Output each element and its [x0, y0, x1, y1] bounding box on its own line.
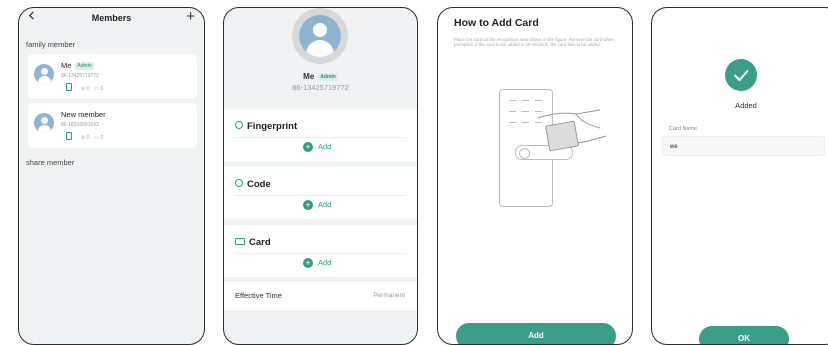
family-member-label: family member — [26, 40, 76, 49]
admin-badge: Admin — [75, 62, 94, 70]
plus-icon[interactable]: + — [186, 9, 195, 24]
member-card-new[interactable]: New member 86-18316591593 ⊚ 0 ▭ 0 — [28, 103, 197, 148]
add-card-button[interactable]: + Add — [303, 258, 331, 268]
member-name: New member — [61, 110, 106, 119]
card-icon — [235, 238, 245, 245]
phone-icon — [66, 132, 72, 140]
member-name: Me Admin — [303, 72, 338, 81]
member-phone: 86-18316591593 — [61, 122, 99, 128]
card-icon: ▭ — [94, 135, 101, 141]
share-member-label: share member — [26, 158, 75, 167]
fingerprint-section: Fingerprint + Add — [224, 109, 417, 161]
avatar — [34, 113, 54, 133]
add-button[interactable]: Add — [456, 323, 616, 344]
plus-icon: + — [303, 258, 313, 268]
card-section: Card + Add — [224, 225, 417, 277]
page-title: How to Add Card — [454, 17, 539, 29]
member-credential-icons: ⊚ 0 ▭ 0 — [66, 132, 108, 141]
add-fingerprint-button[interactable]: + Add — [303, 142, 331, 152]
avatar — [292, 8, 348, 64]
card-title: Card — [235, 237, 271, 248]
code-icon — [235, 179, 243, 187]
plus-icon: + — [303, 142, 313, 152]
page-title: Members — [91, 13, 132, 23]
card-added-screen: Added Card Name we OK — [651, 7, 828, 345]
members-header: Members + — [19, 8, 204, 30]
avatar — [34, 64, 54, 84]
code-section: Code + Add — [224, 167, 417, 219]
plus-icon: + — [303, 200, 313, 210]
code-title: Code — [235, 179, 271, 190]
member-name: Me Admin — [61, 61, 94, 70]
fingerprint-icon — [235, 121, 243, 129]
effective-time-value: Permanent — [373, 292, 405, 299]
card-icon: ▭ — [94, 86, 101, 92]
ok-button[interactable]: OK — [699, 326, 789, 344]
fingerprint-icon: ⊚ — [81, 135, 87, 141]
members-screen: Members + family member Me Admin 86-13425… — [18, 7, 205, 345]
member-detail-screen: Me Admin 86-13425719772 Fingerprint + Add … — [223, 7, 418, 345]
status-text: Added — [735, 101, 757, 110]
add-code-button[interactable]: + Add — [303, 200, 331, 210]
effective-time-label: Effective Time — [235, 291, 282, 300]
fingerprint-title: Fingerprint — [235, 121, 297, 132]
add-card-screen: How to Add Card Place the card on the re… — [437, 7, 633, 345]
member-phone: 86-13425719772 — [292, 83, 349, 92]
card-name-label: Card Name — [669, 126, 698, 132]
member-card-me[interactable]: Me Admin 86-13425719772 ⊚ 0 ▭ 0 — [28, 54, 197, 99]
card-name-input[interactable]: we — [662, 136, 825, 156]
card-icon — [544, 120, 580, 152]
member-credential-icons: ⊚ 0 ▭ 0 — [66, 83, 108, 92]
check-icon — [725, 59, 757, 91]
effective-time-row[interactable]: Effective Time Permanent — [224, 282, 417, 310]
fingerprint-icon: ⊚ — [81, 86, 87, 92]
admin-badge: Admin — [318, 73, 338, 81]
instructions-text: Place the card on the recognition area s… — [454, 37, 614, 48]
member-phone: 86-13425719772 — [61, 73, 99, 79]
phone-icon — [66, 83, 72, 91]
